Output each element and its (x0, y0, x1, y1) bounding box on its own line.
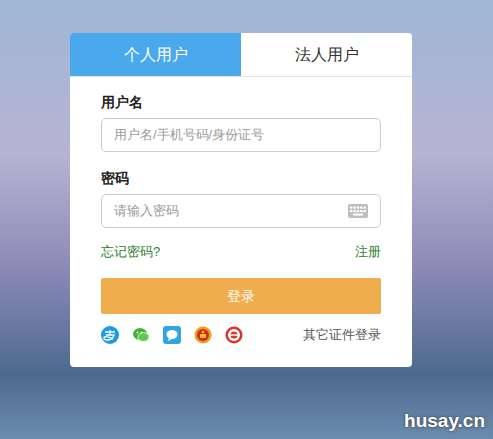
links-row: 忘记密码? 注册 (101, 243, 381, 261)
user-type-tab[interactable]: 个人用户 (70, 33, 241, 76)
user-type-tab[interactable]: 法人用户 (241, 33, 412, 76)
other-certificate-login-link[interactable]: 其它证件登录 (303, 325, 381, 345)
alipay-icon[interactable] (101, 326, 119, 344)
watermark: husay.cn (404, 409, 485, 433)
input-box (101, 118, 381, 152)
login-form: 用户名密码忘记密码? 注册登录其它证件登录 (70, 77, 412, 367)
input-box (101, 194, 381, 228)
alt-login-row: 其它证件登录 (101, 325, 381, 345)
chat-icon[interactable] (163, 326, 181, 344)
register-link[interactable]: 注册 (355, 243, 381, 261)
field-label: 密码 (101, 169, 381, 187)
keyboard-icon[interactable] (348, 204, 368, 218)
form-field: 用户名 (101, 93, 381, 152)
login-card: 个人用户法人用户用户名密码忘记密码? 注册登录其它证件登录 (70, 33, 412, 367)
password-input[interactable] (114, 201, 340, 221)
login-page: 个人用户法人用户用户名密码忘记密码? 注册登录其它证件登录 husay.cn (0, 0, 493, 439)
forgot-password-link[interactable]: 忘记密码? (101, 243, 160, 261)
form-field: 密码 (101, 169, 381, 228)
police-badge-icon[interactable] (225, 326, 243, 344)
emblem-icon[interactable] (194, 326, 212, 344)
wechat-icon[interactable] (132, 326, 150, 344)
field-label: 用户名 (101, 93, 381, 111)
username-input[interactable] (114, 125, 368, 145)
third-party-icons (101, 326, 243, 344)
login-button[interactable]: 登录 (101, 278, 381, 314)
tab-bar: 个人用户法人用户 (70, 33, 412, 77)
